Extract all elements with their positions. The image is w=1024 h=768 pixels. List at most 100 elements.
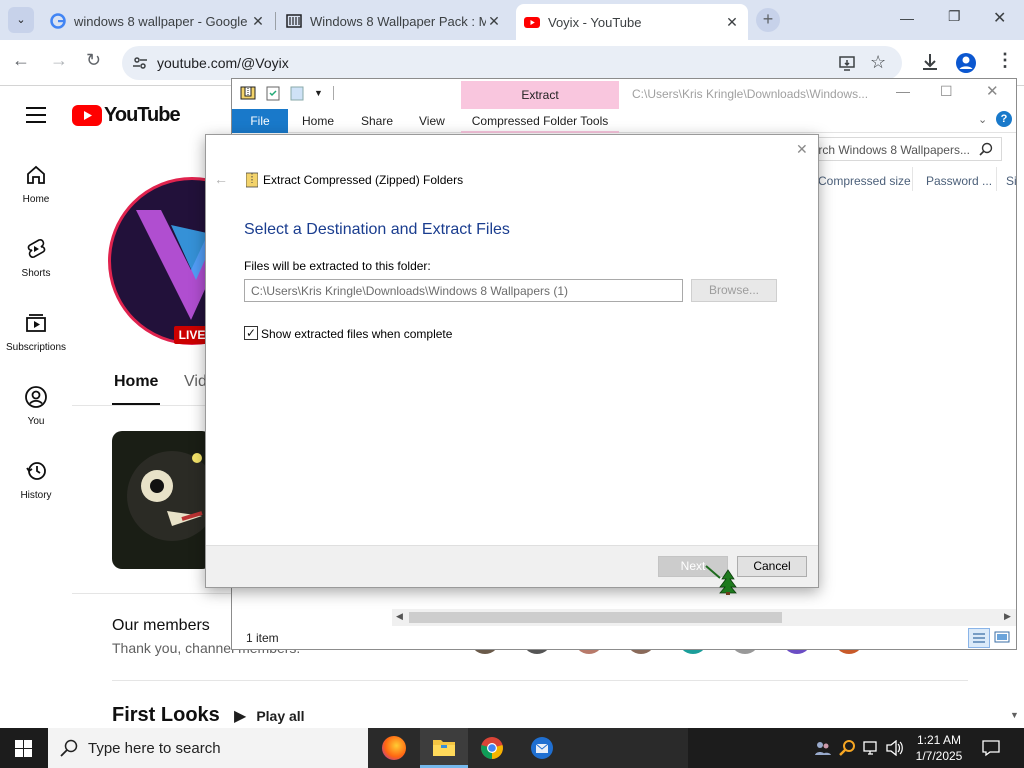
tab-archive[interactable]: Windows 8 Wallpaper Pack : M ✕ — [278, 6, 510, 36]
search-icon[interactable] — [979, 142, 993, 156]
cancel-button[interactable]: Cancel — [737, 556, 807, 577]
column-compressed-size[interactable]: Compressed size — [818, 174, 911, 188]
scroll-down-icon[interactable]: ▼ — [1010, 710, 1019, 720]
customize-toolbar-icon[interactable]: ▼ — [314, 88, 323, 98]
column-password[interactable]: Password ... — [926, 174, 992, 188]
volume-icon[interactable] — [886, 740, 904, 756]
profile-avatar-icon[interactable] — [955, 52, 977, 74]
hamburger-menu-icon[interactable] — [26, 107, 46, 123]
large-icons-view-icon[interactable] — [994, 629, 1010, 645]
expand-ribbon-icon[interactable]: ⌄ — [978, 113, 987, 126]
members-title: Our members — [112, 617, 210, 634]
new-tab-button[interactable]: + — [756, 8, 780, 32]
show-files-label[interactable]: Show extracted files when complete — [261, 327, 452, 341]
show-files-checkbox[interactable]: ✓ — [244, 326, 258, 340]
chrome-menu-icon[interactable]: ⋮ — [996, 50, 1014, 71]
browse-button[interactable]: Browse... — [691, 279, 777, 302]
destination-path-field[interactable]: C:\Users\Kris Kringle\Downloads\Windows … — [244, 279, 683, 302]
chrome-icon[interactable] — [480, 736, 504, 760]
restore-icon[interactable]: ❐ — [948, 8, 961, 25]
taskbar-clock[interactable]: 1:21 AM 1/7/2025 — [906, 732, 972, 764]
close-icon[interactable]: ✕ — [486, 13, 502, 30]
scrollbar-thumb[interactable] — [409, 612, 782, 623]
ribbon-tab-home[interactable]: Home — [302, 114, 334, 128]
minimize-icon[interactable]: — — [900, 10, 914, 26]
reload-icon[interactable]: ↻ — [86, 50, 101, 71]
first-looks-title: First Looks — [112, 704, 220, 726]
new-folder-icon[interactable] — [290, 85, 304, 101]
bookmark-star-icon[interactable]: ☆ — [870, 52, 886, 73]
thunderbird-icon[interactable] — [530, 736, 554, 760]
youtube-icon — [524, 17, 540, 28]
back-arrow-icon[interactable]: ← — [12, 50, 30, 71]
minimize-icon[interactable]: — — [896, 83, 910, 99]
help-icon[interactable]: ? — [996, 111, 1012, 127]
close-icon[interactable]: ✕ — [724, 14, 740, 31]
destination-label: Files will be extracted to this folder: — [244, 259, 431, 273]
install-app-icon[interactable] — [838, 54, 856, 72]
dialog-close-icon[interactable]: ✕ — [796, 141, 808, 158]
youtube-logo-icon — [72, 105, 102, 126]
sidebar-label: History — [20, 490, 52, 501]
sidebar-item-you[interactable]: You — [0, 385, 72, 427]
home-icon — [27, 165, 45, 184]
sidebar-item-history[interactable]: History — [0, 459, 72, 501]
tab-youtube[interactable]: Voyix - YouTube ✕ — [516, 4, 748, 40]
subscriptions-icon — [26, 314, 46, 332]
destination-path-value: C:\Users\Kris Kringle\Downloads\Windows … — [251, 284, 568, 298]
site-settings-icon[interactable] — [132, 55, 148, 71]
tab-divider — [275, 12, 276, 30]
network-icon[interactable] — [863, 740, 881, 756]
notification-center-icon[interactable] — [982, 739, 1000, 757]
download-icon[interactable] — [920, 52, 940, 72]
scroll-left-icon[interactable]: ◀ — [396, 611, 403, 622]
ribbon-context-extract[interactable]: Extract — [461, 81, 619, 109]
taskbar-search-placeholder: Type here to search — [88, 740, 221, 757]
properties-icon[interactable] — [266, 85, 280, 101]
search-box[interactable]: Search Windows 8 Wallpapers... — [792, 137, 1002, 161]
zip-folder-icon[interactable] — [240, 85, 256, 101]
column-divider — [912, 167, 913, 191]
dialog-heading: Select a Destination and Extract Files — [244, 221, 510, 238]
scroll-right-icon[interactable]: ▶ — [1004, 611, 1011, 622]
column-size[interactable]: Si — [1006, 174, 1016, 188]
search-tray-icon[interactable] — [838, 739, 856, 757]
taskbar-search-box[interactable]: Type here to search — [48, 728, 368, 768]
sidebar-item-subscriptions[interactable]: Subscriptions — [0, 311, 72, 353]
play-all-button[interactable]: ▶ Play all — [234, 706, 305, 726]
tab-google[interactable]: windows 8 wallpaper - Google ✕ — [42, 6, 274, 36]
clock-time: 1:21 AM — [916, 733, 962, 747]
firefox-icon[interactable] — [382, 736, 406, 760]
extract-dialog: ✕ ← Extract Compressed (Zipped) Folders … — [205, 134, 819, 588]
details-view-icon[interactable] — [968, 628, 990, 648]
sidebar-item-shorts[interactable]: Shorts — [0, 237, 72, 279]
clock-date: 1/7/2025 — [915, 749, 963, 763]
channel-tab-videos[interactable]: Vid — [184, 373, 207, 391]
ribbon-tab-view[interactable]: View — [419, 114, 445, 128]
taskbar-apps-area — [368, 728, 688, 768]
ribbon-tab-file[interactable]: File — [232, 109, 288, 133]
ribbon-tab-share[interactable]: Share — [361, 114, 393, 128]
windows-start-icon[interactable] — [15, 740, 32, 757]
ribbon-tab-compressed-folder-tools[interactable]: Compressed Folder Tools — [461, 109, 619, 133]
featured-video-thumbnail[interactable] — [112, 431, 212, 569]
file-explorer-taskbar-button[interactable] — [420, 728, 468, 768]
youtube-logo[interactable]: YouTube — [72, 104, 181, 127]
back-arrow-icon[interactable]: ← — [214, 171, 228, 187]
file-explorer-icon — [433, 740, 455, 756]
close-icon[interactable]: ✕ — [250, 13, 266, 30]
maximize-icon[interactable]: ☐ — [940, 83, 953, 100]
tab-title: Windows 8 Wallpaper Pack : M — [310, 13, 486, 29]
tab-title: windows 8 wallpaper - Google — [74, 13, 248, 29]
zip-folder-icon — [246, 172, 258, 188]
horizontal-scrollbar[interactable]: ◀ ▶ — [392, 609, 1016, 626]
omnibox[interactable]: youtube.com/@Voyix ☆ — [122, 46, 902, 80]
forward-arrow-icon[interactable]: → — [50, 50, 68, 71]
sidebar-item-home[interactable]: Home — [0, 163, 72, 205]
close-window-icon[interactable]: ✕ — [993, 8, 1006, 28]
close-window-icon[interactable]: ✕ — [986, 82, 999, 100]
tab-search-button[interactable]: ⌄ — [8, 7, 34, 33]
anglerfish-artwork-image — [127, 451, 212, 541]
channel-tab-home[interactable]: Home — [114, 373, 158, 391]
people-tray-icon[interactable] — [814, 740, 832, 756]
